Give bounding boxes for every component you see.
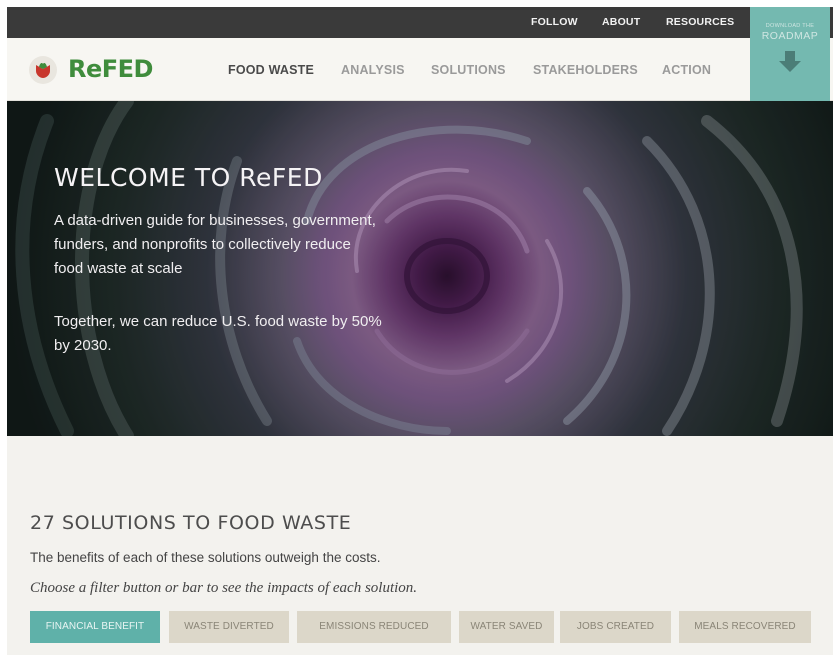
follow-link[interactable]: FOLLOW — [531, 16, 578, 28]
roadmap-small-label: DOWNLOAD THE — [765, 23, 815, 29]
nav-analysis[interactable]: ANALYSIS — [341, 63, 405, 77]
nav-action[interactable]: ACTION — [662, 63, 711, 77]
download-arrow-icon — [779, 51, 801, 72]
nav-solutions[interactable]: SOLUTIONS — [431, 63, 506, 77]
hero-description: A data-driven guide for businesses, gove… — [54, 212, 376, 277]
filter-emissions-reduced[interactable]: EMISSIONS REDUCED — [297, 611, 451, 643]
solutions-description: The benefits of each of these solutions … — [30, 550, 381, 565]
main-nav: ReFED FOOD WASTE ANALYSIS SOLUTIONS STAK… — [7, 38, 833, 101]
solutions-title: 27 SOLUTIONS TO FOOD WASTE — [30, 512, 352, 534]
nav-stakeholders[interactable]: STAKEHOLDERS — [533, 63, 638, 77]
filter-waste-diverted[interactable]: WASTE DIVERTED — [169, 611, 289, 643]
filter-water-saved[interactable]: WATER SAVED — [459, 611, 554, 643]
about-link[interactable]: ABOUT — [602, 16, 640, 28]
nav-food-waste[interactable]: FOOD WASTE — [228, 63, 314, 77]
resources-link[interactable]: RESOURCES — [666, 16, 734, 28]
hero-banner: WELCOME TO ReFED A data-driven guide for… — [7, 101, 833, 436]
hero-title: WELCOME TO ReFED — [54, 163, 323, 192]
hero-goal: Together, we can reduce U.S. food waste … — [54, 313, 382, 354]
roadmap-label: ROADMAP — [761, 30, 819, 42]
download-roadmap-button[interactable]: DOWNLOAD THE ROADMAP — [750, 7, 830, 101]
page-frame: FOLLOW ABOUT RESOURCES ReFED FOOD WASTE … — [7, 7, 833, 655]
filter-meals-recovered[interactable]: MEALS RECOVERED — [679, 611, 811, 643]
filter-instruction: Choose a filter button or bar to see the… — [30, 580, 418, 596]
filter-jobs-created[interactable]: JOBS CREATED — [560, 611, 671, 643]
filter-financial-benefit[interactable]: FINANCIAL BENEFIT — [30, 611, 160, 643]
refed-logo-icon[interactable] — [29, 56, 57, 84]
utility-bar: FOLLOW ABOUT RESOURCES — [7, 7, 833, 38]
brand-name[interactable]: ReFED — [68, 55, 153, 83]
